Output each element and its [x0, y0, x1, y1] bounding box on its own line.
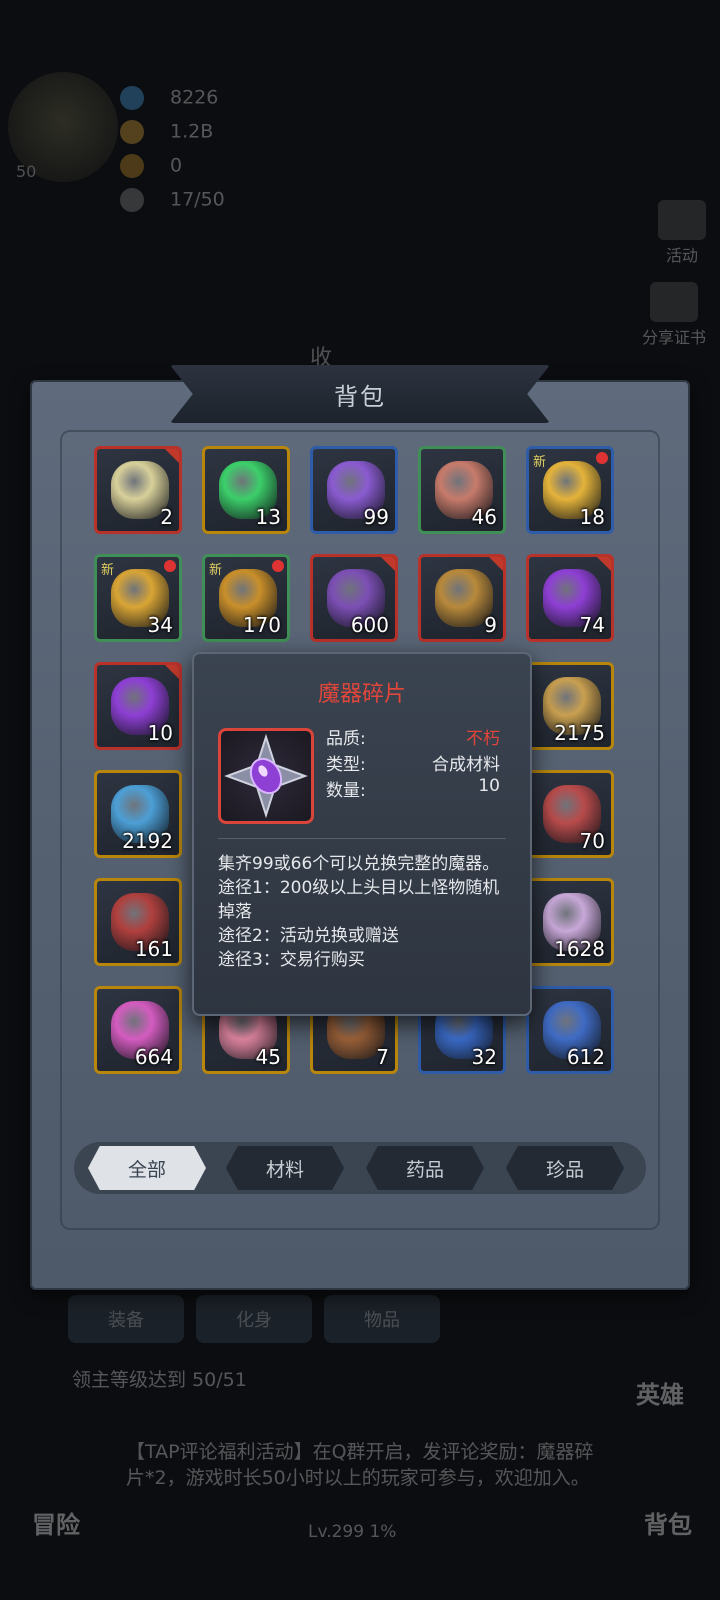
background-tabs: 装备 化身 物品: [68, 1295, 440, 1343]
bag-title: 背包: [170, 365, 550, 423]
count-label: 数量:: [326, 781, 366, 801]
token-icon: [120, 154, 144, 178]
tooltip-divider: [218, 838, 506, 839]
tab-materials[interactable]: 材料: [226, 1146, 344, 1190]
item-count: 32: [471, 1045, 497, 1069]
bag-slot-red-scroll[interactable]: 46: [418, 446, 506, 534]
tab-avatar[interactable]: 化身: [196, 1295, 312, 1343]
resource-diamond: 8226: [120, 86, 218, 110]
notification-dot: [164, 560, 176, 572]
item-count: 664: [134, 1045, 173, 1069]
resource-token: 0: [120, 154, 182, 178]
bag-slot-gold-bar[interactable]: 新 18: [526, 446, 614, 534]
bag-slot-demon-shard[interactable]: 74: [526, 554, 614, 642]
item-count: 600: [350, 613, 389, 637]
bag-slot-treasure-pot[interactable]: 9: [418, 554, 506, 642]
bag-slot-red-ore[interactable]: 70: [526, 770, 614, 858]
new-tag: 新: [533, 455, 547, 470]
item-count: 13: [255, 505, 281, 529]
tab-potions[interactable]: 药品: [366, 1146, 484, 1190]
rarity-corner: [489, 557, 503, 571]
bag-slot-purple-scroll[interactable]: 99: [310, 446, 398, 534]
item-count: 2175: [554, 721, 605, 745]
notification-dot: [272, 560, 284, 572]
item-tooltip: 魔器碎片 品质: 不朽 类型: 合成材料 数量: 10 集齐99或66个可以兑换…: [192, 652, 532, 1016]
level-progress: Lv.299 1%: [308, 1522, 397, 1542]
share-label: 分享证书: [641, 328, 706, 347]
category-tabs: 全部 材料 药品 珍品: [74, 1142, 646, 1194]
type-label: 类型:: [326, 755, 366, 775]
bag-slot-pink-crystal[interactable]: 1628: [526, 878, 614, 966]
type-value: 合成材料: [432, 755, 500, 775]
tooltip-title: 魔器碎片: [317, 682, 406, 707]
activity-button[interactable]: 活动: [658, 200, 706, 266]
resource-gold: 1.2B: [120, 120, 213, 144]
tab-all[interactable]: 全部: [88, 1146, 206, 1190]
count-row: 数量: 10: [326, 776, 500, 801]
stamina-icon: [120, 188, 144, 212]
tab-treasures[interactable]: 珍品: [506, 1146, 624, 1190]
hero-button[interactable]: 英雄: [636, 1375, 684, 1410]
item-count: 99: [363, 505, 389, 529]
adventure-button[interactable]: 冒险: [32, 1505, 80, 1540]
item-count: 2: [160, 505, 173, 529]
item-count: 9: [484, 613, 497, 637]
bag-slot-gold-bar-small[interactable]: 新 34: [94, 554, 182, 642]
tab-items[interactable]: 物品: [324, 1295, 440, 1343]
item-count: 1628: [554, 937, 605, 961]
bag-slot-demon-shield[interactable]: 600: [310, 554, 398, 642]
rarity-corner: [165, 449, 179, 463]
share-icon: [649, 282, 698, 322]
item-count: 34: [147, 613, 173, 637]
bag-slot-white-potion[interactable]: 2: [94, 446, 182, 534]
bag-button[interactable]: 背包: [644, 1505, 692, 1540]
quest-text[interactable]: 领主等级达到 50/51: [72, 1365, 247, 1392]
tab-equipment[interactable]: 装备: [68, 1295, 184, 1343]
quality-row: 品质: 不朽: [326, 724, 500, 749]
bag-slot-magic-flower[interactable]: 664: [94, 986, 182, 1074]
quality-value: 不朽: [466, 729, 500, 749]
new-tag: 新: [209, 563, 223, 578]
desc-line-3: 途径2：活动兑换或赠送: [218, 926, 399, 946]
item-count: 161: [134, 937, 173, 961]
type-row: 类型: 合成材料: [326, 750, 500, 775]
diamond-icon: [120, 86, 144, 110]
demon-shard-icon: [218, 728, 314, 824]
bag-slot-horn-ring[interactable]: 2175: [526, 662, 614, 750]
new-tag: 新: [101, 563, 115, 578]
tooltip-description: 集齐99或66个可以兑换完整的魔器。 途径1：200级以上头目以上怪物随机掉落 …: [218, 852, 506, 972]
bag-slot-blue-key[interactable]: 2192: [94, 770, 182, 858]
player-level: 50: [16, 162, 37, 181]
item-count: 7: [376, 1045, 389, 1069]
item-count: 10: [147, 721, 173, 745]
desc-line-1: 集齐99或66个可以兑换完整的魔器。: [218, 854, 500, 874]
news-text: 【TAP评论福利活动】在Q群开启，发评论奖励：魔器碎片*2，游戏时长50小时以上…: [126, 1441, 594, 1489]
item-count: 170: [242, 613, 281, 637]
bag-slot-demon-shard[interactable]: 10: [94, 662, 182, 750]
bag-slot-red-ore-large[interactable]: 161: [94, 878, 182, 966]
notification-dot: [596, 452, 608, 464]
item-count: 70: [579, 829, 605, 853]
desc-line-2: 途径1：200级以上头目以上怪物随机掉落: [218, 878, 500, 922]
count-value: 10: [478, 776, 500, 796]
resource-stamina: 17/50: [120, 188, 225, 212]
rarity-corner: [597, 557, 611, 571]
item-count: 74: [579, 613, 605, 637]
bag-slot-gold-pieces[interactable]: 新 170: [202, 554, 290, 642]
item-count: 2192: [122, 829, 173, 853]
item-count: 18: [579, 505, 605, 529]
desc-line-4: 途径3：交易行购买: [218, 950, 365, 970]
share-button[interactable]: 分享证书: [642, 282, 706, 348]
bag-slot-green-potion[interactable]: 13: [202, 446, 290, 534]
activity-label: 活动: [665, 246, 698, 265]
activity-icon: [658, 200, 706, 240]
bag-slot-lion-shield[interactable]: 612: [526, 986, 614, 1074]
quality-label: 品质:: [326, 729, 366, 749]
rarity-corner: [381, 557, 395, 571]
gold-coin-icon: [120, 120, 144, 144]
item-count: 46: [471, 505, 497, 529]
item-count: 45: [255, 1045, 281, 1069]
rarity-corner: [165, 665, 179, 679]
item-count: 612: [566, 1045, 605, 1069]
